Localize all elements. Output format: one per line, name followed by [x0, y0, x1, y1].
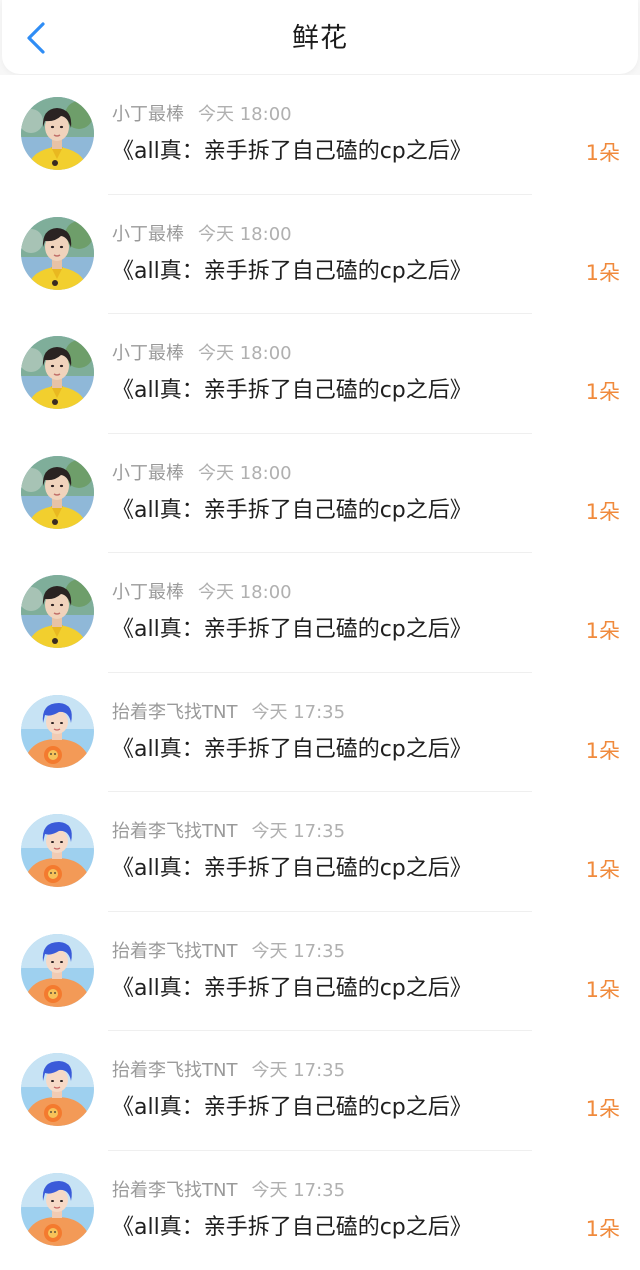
avatar[interactable]	[21, 814, 94, 887]
flower-count: 1朵	[586, 1215, 620, 1243]
timestamp: 今天 17:35	[251, 702, 345, 723]
flower-count: 1朵	[586, 856, 620, 884]
timestamp: 今天 18:00	[198, 343, 292, 364]
list-item[interactable]: 小丁最棒今天 18:00 《all真：亲手拆了自己磕的cp之后》 1朵	[0, 314, 640, 434]
username[interactable]: 抬着李飞找TNT	[112, 821, 237, 842]
avatar[interactable]	[21, 336, 94, 409]
page-title: 鲜花	[2, 22, 638, 56]
list-item[interactable]: 抬着李飞找TNT 今天 17:35 《all真：亲手拆了自己磕的cp之后》 1朵	[0, 673, 640, 793]
list-item[interactable]: 小丁最棒今天 18:00 《all真：亲手拆了自己磕的cp之后》 1朵	[0, 553, 640, 673]
username[interactable]: 小丁最棒	[112, 343, 184, 364]
list-item[interactable]: 小丁最棒今天 18:00 《all真：亲手拆了自己磕的cp之后》 1朵	[0, 434, 640, 554]
work-title[interactable]: 《all真：亲手拆了自己磕的cp之后》	[112, 974, 472, 1004]
list-item[interactable]: 抬着李飞找TNT 今天 17:35 《all真：亲手拆了自己磕的cp之后》 1朵	[0, 1151, 640, 1270]
work-title[interactable]: 《all真：亲手拆了自己磕的cp之后》	[112, 257, 472, 287]
timestamp: 今天 18:00	[198, 104, 292, 125]
timestamp: 今天 18:00	[198, 463, 292, 484]
work-title[interactable]: 《all真：亲手拆了自己磕的cp之后》	[112, 376, 472, 406]
timestamp: 今天 18:00	[198, 224, 292, 245]
work-title[interactable]: 《all真：亲手拆了自己磕的cp之后》	[112, 1213, 472, 1243]
list-item[interactable]: 小丁最棒今天 18:00 《all真：亲手拆了自己磕的cp之后》 1朵	[0, 195, 640, 315]
avatar[interactable]	[21, 1173, 94, 1246]
flower-count: 1朵	[586, 617, 620, 645]
flower-count: 1朵	[586, 976, 620, 1004]
username[interactable]: 抬着李飞找TNT	[112, 941, 237, 962]
work-title[interactable]: 《all真：亲手拆了自己磕的cp之后》	[112, 1093, 472, 1123]
flower-count: 1朵	[586, 498, 620, 526]
list-item[interactable]: 抬着李飞找TNT 今天 17:35 《all真：亲手拆了自己磕的cp之后》 1朵	[0, 912, 640, 1032]
flower-count: 1朵	[586, 737, 620, 765]
timestamp: 今天 17:35	[251, 821, 345, 842]
flower-count: 1朵	[586, 378, 620, 406]
username[interactable]: 小丁最棒	[112, 463, 184, 484]
list-item[interactable]: 抬着李飞找TNT 今天 17:35 《all真：亲手拆了自己磕的cp之后》 1朵	[0, 1031, 640, 1151]
timestamp: 今天 18:00	[198, 582, 292, 603]
username[interactable]: 抬着李飞找TNT	[112, 1060, 237, 1081]
flower-record-list: 小丁最棒今天 18:00 《all真：亲手拆了自己磕的cp之后》 1朵 小丁最棒…	[0, 75, 640, 1270]
username[interactable]: 小丁最棒	[112, 224, 184, 245]
avatar[interactable]	[21, 456, 94, 529]
flower-count: 1朵	[586, 259, 620, 287]
work-title[interactable]: 《all真：亲手拆了自己磕的cp之后》	[112, 137, 472, 167]
avatar[interactable]	[21, 1053, 94, 1126]
username[interactable]: 小丁最棒	[112, 582, 184, 603]
nav-bar: 鲜花	[2, 0, 638, 74]
work-title[interactable]: 《all真：亲手拆了自己磕的cp之后》	[112, 854, 472, 884]
username[interactable]: 抬着李飞找TNT	[112, 702, 237, 723]
timestamp: 今天 17:35	[251, 1180, 345, 1201]
flower-count: 1朵	[586, 1095, 620, 1123]
timestamp: 今天 17:35	[251, 941, 345, 962]
avatar[interactable]	[21, 695, 94, 768]
username[interactable]: 抬着李飞找TNT	[112, 1180, 237, 1201]
avatar[interactable]	[21, 97, 94, 170]
work-title[interactable]: 《all真：亲手拆了自己磕的cp之后》	[112, 615, 472, 645]
work-title[interactable]: 《all真：亲手拆了自己磕的cp之后》	[112, 735, 472, 765]
work-title[interactable]: 《all真：亲手拆了自己磕的cp之后》	[112, 496, 472, 526]
avatar[interactable]	[21, 217, 94, 290]
username[interactable]: 小丁最棒	[112, 104, 184, 125]
timestamp: 今天 17:35	[251, 1060, 345, 1081]
avatar[interactable]	[21, 934, 94, 1007]
list-item[interactable]: 小丁最棒今天 18:00 《all真：亲手拆了自己磕的cp之后》 1朵	[0, 75, 640, 195]
flower-count: 1朵	[586, 139, 620, 167]
avatar[interactable]	[21, 575, 94, 648]
list-item[interactable]: 抬着李飞找TNT 今天 17:35 《all真：亲手拆了自己磕的cp之后》 1朵	[0, 792, 640, 912]
